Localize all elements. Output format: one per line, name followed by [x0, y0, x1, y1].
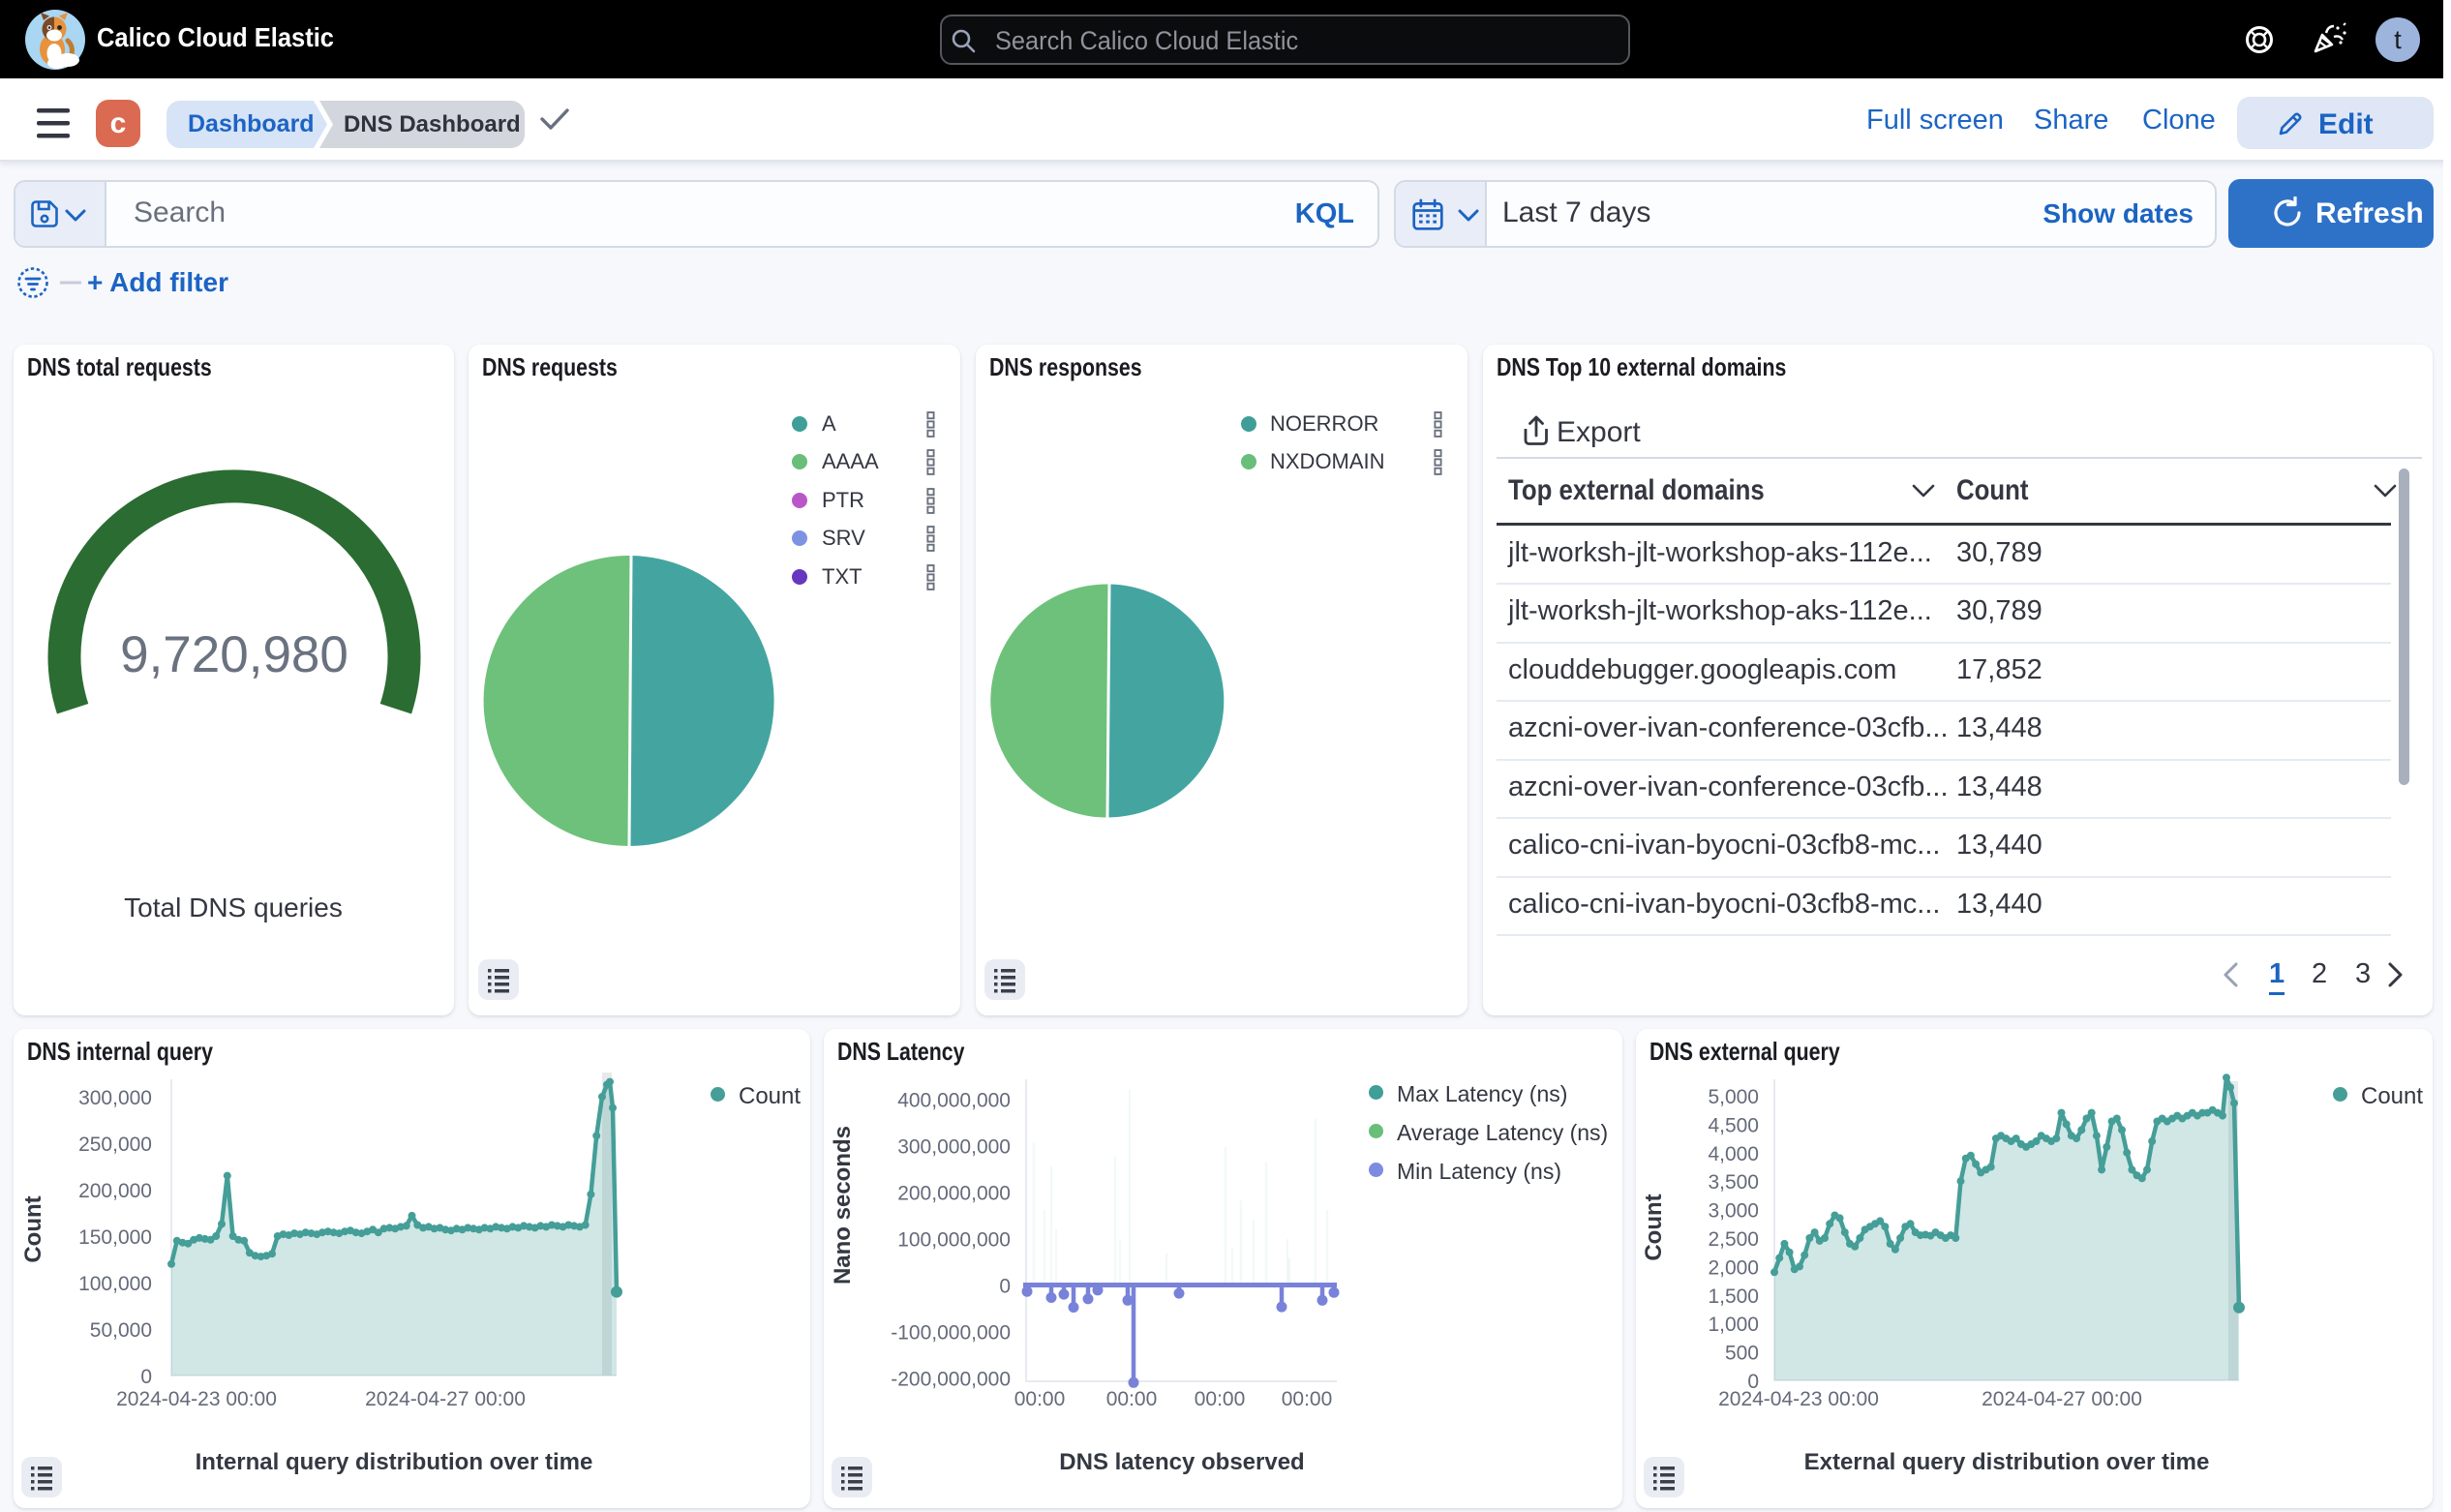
svg-text:2,500: 2,500	[1708, 1228, 1759, 1251]
svg-text:00:00: 00:00	[1195, 1388, 1246, 1410]
svg-text:-200,000,000: -200,000,000	[891, 1369, 1011, 1391]
svg-text:2,000: 2,000	[1708, 1256, 1759, 1279]
svg-text:400,000,000: 400,000,000	[897, 1090, 1011, 1112]
svg-text:2024-04-23 00:00: 2024-04-23 00:00	[1718, 1388, 1879, 1410]
svg-text:5,000: 5,000	[1708, 1086, 1759, 1108]
svg-text:00:00: 00:00	[1106, 1388, 1158, 1410]
svg-text:200,000,000: 200,000,000	[897, 1183, 1011, 1205]
svg-text:300,000,000: 300,000,000	[897, 1136, 1011, 1159]
svg-text:250,000: 250,000	[78, 1134, 152, 1156]
svg-text:00:00: 00:00	[1282, 1388, 1333, 1410]
svg-text:50,000: 50,000	[90, 1319, 152, 1342]
svg-text:External query distribution ov: External query distribution over time	[1804, 1449, 2210, 1475]
svg-text:0: 0	[999, 1276, 1011, 1298]
svg-text:9,720,980: 9,720,980	[120, 626, 348, 683]
svg-text:00:00: 00:00	[1014, 1388, 1066, 1410]
svg-text:-100,000,000: -100,000,000	[891, 1322, 1011, 1345]
svg-text:0: 0	[140, 1366, 152, 1388]
svg-text:Count: Count	[20, 1195, 46, 1262]
svg-text:4,000: 4,000	[1708, 1143, 1759, 1165]
svg-text:200,000: 200,000	[78, 1180, 152, 1202]
svg-text:3,500: 3,500	[1708, 1171, 1759, 1194]
svg-text:4,500: 4,500	[1708, 1114, 1759, 1136]
svg-text:100,000: 100,000	[78, 1273, 152, 1295]
svg-text:500: 500	[1725, 1343, 1759, 1365]
svg-text:Total DNS queries: Total DNS queries	[124, 892, 343, 922]
svg-text:Count: Count	[1641, 1194, 1667, 1260]
svg-text:1,500: 1,500	[1708, 1285, 1759, 1308]
svg-text:2024-04-27 00:00: 2024-04-27 00:00	[365, 1388, 526, 1410]
svg-text:300,000: 300,000	[78, 1087, 152, 1109]
svg-text:100,000,000: 100,000,000	[897, 1229, 1011, 1252]
svg-text:3,000: 3,000	[1708, 1200, 1759, 1223]
svg-text:2024-04-23 00:00: 2024-04-23 00:00	[116, 1388, 277, 1410]
svg-text:Internal query distribution ov: Internal query distribution over time	[196, 1449, 593, 1475]
svg-text:1,000: 1,000	[1708, 1314, 1759, 1336]
svg-text:DNS latency observed: DNS latency observed	[1059, 1449, 1304, 1475]
svg-text:150,000: 150,000	[78, 1226, 152, 1249]
svg-text:Nano seconds: Nano seconds	[830, 1126, 856, 1285]
svg-text:2024-04-27 00:00: 2024-04-27 00:00	[1982, 1388, 2142, 1410]
